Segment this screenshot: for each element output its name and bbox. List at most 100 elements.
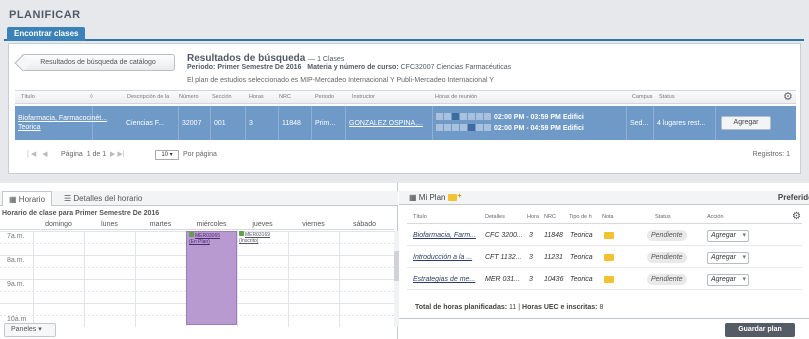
plan-row-action[interactable]: Agregar [707,247,749,268]
row-status: 4 lugares rest... [654,106,716,140]
col-campus[interactable]: Campus [632,91,652,104]
plan-row[interactable]: Introducción a la ... CFT 1132... 3 1123… [407,247,802,268]
day-domingo: domingo [45,221,72,228]
col-meeting[interactable]: Horas de reunión [435,91,477,104]
event-enrolled-status: (Inscrito) [239,238,259,244]
gear-icon[interactable]: ⚙ [792,211,801,222]
preferences-link[interactable]: Preferido [778,191,809,205]
plan-row-action[interactable]: Agregar [707,269,749,290]
row-description: Ciencias F... [123,106,179,140]
hour-label: 9a.m. [7,281,25,288]
back-to-catalog-button[interactable]: Resultados de búsqueda de catálogo [21,54,175,71]
sort-icon[interactable]: ◊ [90,91,93,104]
plan-row-details: MER 031... [485,276,521,283]
per-page-label: Por página [183,151,217,158]
day-m-icon [452,113,459,120]
col-status[interactable]: Status [659,91,675,104]
col-hours[interactable]: Horas [249,91,264,104]
add-folder-icon[interactable] [448,190,461,204]
col-instructor[interactable]: Instructor [352,91,375,104]
plan-totals: Total de horas planificadas: 11 | Horas … [415,304,603,311]
row-instructor[interactable]: GONZALEZ OSPINA,... [346,106,433,140]
row-section: 001 [211,106,246,140]
calendar-icon: ▦ [409,193,417,202]
action-select[interactable]: Agregar [707,273,749,286]
note-icon[interactable] [604,269,614,290]
col-section[interactable]: Sección [212,91,232,104]
plan-col-title[interactable]: Título [413,211,427,224]
plan-row-action[interactable]: Agregar [707,225,749,246]
event-enrolled-label: MER03169 [239,231,270,238]
plan-col-type[interactable]: Tipo de h [569,211,592,224]
day-j-icon [468,124,475,131]
meeting-1-time: 02:00 PM - 03:59 PM Edifici [493,114,584,121]
action-select[interactable]: Agregar [707,251,749,264]
col-number[interactable]: Número [179,91,199,104]
col-title[interactable]: Título [21,91,35,104]
tab-horario[interactable]: ▦ Horario [2,191,53,206]
plan-row-status: Pendiente [647,269,687,290]
status-badge: Pendiente [647,274,687,285]
results-title: Resultados de búsqueda — 1 Clases [187,53,344,64]
period-value: Primer Semestre De 2016 [217,64,302,71]
col-description[interactable]: Descripción de la [127,91,169,104]
plan-row-status: Pendiente [647,225,687,246]
plan-col-nrc[interactable]: NRC [544,211,556,224]
schedule-event-enrolled[interactable]: MER03169 (Inscrito) [237,231,270,244]
day-lunes: lunes [101,221,118,228]
tab-find-classes[interactable]: Encontrar clases [7,27,86,41]
plan-row-hours: 3 [529,276,533,283]
panels-dropdown[interactable]: Paneles ▾ [4,323,56,337]
plan-row[interactable]: Biofarmacia, Farm... CFC 3200... 3 11848… [407,225,802,246]
tab-horario-label: Horario [18,195,46,204]
total-hours-value: 11 [509,304,517,311]
save-plan-button[interactable]: Guardar plan [725,323,795,337]
day-m2-icon [460,124,467,131]
row-hours: 3 [246,106,279,140]
hour-label: 10a.m [7,316,27,323]
total-separator: | [518,304,521,311]
day-j-icon [468,113,475,120]
plan-row-status: Pendiente [647,247,687,268]
row-meetings: 02:00 PM - 03:59 PM Edifici 02:00 PM - 0… [433,106,603,140]
plan-col-note[interactable]: Nota [602,211,614,224]
grid-col [288,231,289,327]
note-icon[interactable] [604,225,614,246]
row-campus: Sed... [626,106,654,140]
plan-row-nrc: 11231 [544,254,563,261]
col-nrc[interactable]: NRC [279,91,291,104]
event-planned-status: (En Plan) [189,239,210,245]
per-page-select[interactable]: 10 ▾ [155,150,179,160]
row-nrc: 11848 [279,106,312,140]
schedule-event-planned[interactable]: MER03065 (En Plan) [186,231,237,325]
plan-row-title[interactable]: Introducción a la ... [413,247,472,268]
plan-row[interactable]: Estrategias de me... MER 031... 3 10436 … [407,269,802,290]
action-select[interactable]: Agregar [707,229,749,242]
add-class-button[interactable]: Agregar [721,116,771,130]
day-v-icon [476,113,483,120]
uec-hours-value: 8 [599,304,604,311]
table-row[interactable]: Biofarmacia, Farmacocinét... Teorica Cien… [15,106,796,140]
row-title[interactable]: Biofarmacia, Farmacocinét... Teorica [15,106,107,140]
plan-row-title[interactable]: Biofarmacia, Farm... [413,225,476,246]
plan-col-action[interactable]: Acción [707,211,724,224]
grid-col [84,231,85,327]
plan-col-details[interactable]: Detalles [485,211,505,224]
tab-bar: Encontrar clases [4,27,804,41]
plan-row-title[interactable]: Estrategias de me... [413,269,475,290]
plan-col-hours[interactable]: Hora [527,211,539,224]
plan-row-details: CFC 3200... [485,232,523,239]
calendar-icon: ▦ [9,195,17,204]
pager-page-value[interactable]: 1 de 1 [87,151,106,158]
pager-next-icons[interactable]: ▶ ▶| [110,151,125,158]
gear-icon[interactable]: ⚙ [783,91,795,103]
day-l-icon [444,113,451,120]
pager-prev-icons[interactable]: |◀ ◀ [27,147,50,163]
list-icon: ☰ [64,194,72,203]
tab-detalles-label: Detalles del horario [73,194,143,203]
col-period[interactable]: Periodo [315,91,334,104]
tab-detalles[interactable]: ☰ Detalles del horario [58,191,148,206]
note-icon[interactable] [604,247,614,268]
note-folder-icon [604,276,614,283]
plan-col-status[interactable]: Status [655,211,671,224]
